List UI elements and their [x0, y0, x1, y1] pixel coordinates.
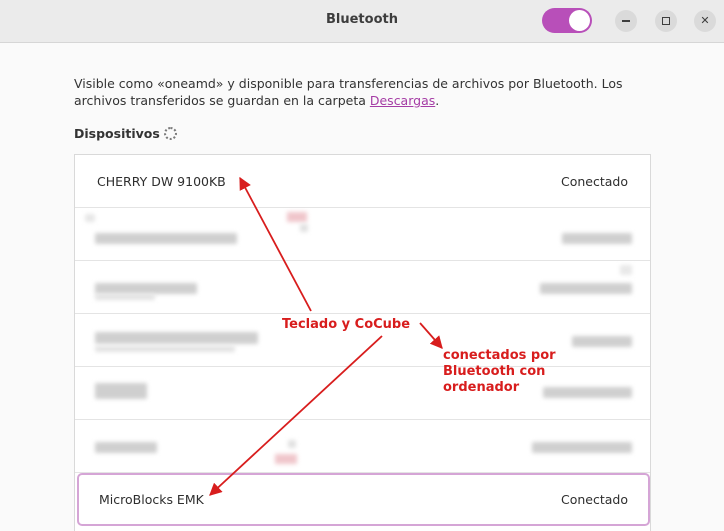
- annotation-line: conectados por: [443, 348, 556, 363]
- redacted-name: [95, 442, 157, 453]
- redacted-name: [95, 332, 258, 344]
- close-icon: ✕: [700, 14, 710, 27]
- downloads-link[interactable]: Descargas: [370, 93, 435, 108]
- redacted-name: [95, 383, 147, 399]
- redacted-mark: [620, 265, 632, 275]
- device-row-selected[interactable]: MicroBlocks EMK Conectado: [77, 473, 650, 526]
- redacted-mark: [300, 224, 308, 232]
- device-status: Conectado: [560, 492, 628, 507]
- redacted-name: [95, 233, 237, 244]
- minimize-icon: [622, 20, 630, 22]
- minimize-button[interactable]: [615, 10, 637, 32]
- redacted-name: [95, 283, 197, 294]
- devices-heading: Dispositivos: [74, 126, 160, 141]
- title-bar: Bluetooth ✕: [0, 0, 724, 43]
- redacted-mark: [288, 440, 296, 448]
- maximize-icon: [662, 17, 670, 25]
- device-list: CHERRY DW 9100KB Conectado MicroBlocks E…: [74, 154, 651, 531]
- annotation-note: conectados por Bluetooth con ordenador: [443, 348, 556, 396]
- redacted-mark: [275, 454, 297, 464]
- device-row-redacted[interactable]: [75, 208, 650, 261]
- device-status: Conectado: [560, 174, 628, 189]
- redacted-status: [572, 336, 632, 347]
- toggle-knob: [569, 10, 590, 31]
- close-button[interactable]: ✕: [694, 10, 716, 32]
- redacted-status: [540, 283, 632, 294]
- redacted-mark: [95, 294, 155, 300]
- redacted-status: [543, 387, 632, 398]
- device-name: CHERRY DW 9100KB: [97, 174, 226, 189]
- device-row-redacted[interactable]: [75, 367, 650, 420]
- redacted-status: [562, 233, 632, 244]
- device-row[interactable]: CHERRY DW 9100KB Conectado: [75, 155, 650, 208]
- annotation-label-keyboard: Teclado y CoCube: [282, 317, 411, 332]
- description-suffix: .: [435, 93, 440, 108]
- visibility-description: Visible como «oneamd» y disponible para …: [74, 75, 674, 109]
- annotation-line: Bluetooth con: [443, 364, 546, 379]
- maximize-button[interactable]: [655, 10, 677, 32]
- redacted-status: [532, 442, 632, 453]
- device-name: MicroBlocks EMK: [99, 492, 204, 507]
- device-row-redacted[interactable]: [75, 261, 650, 314]
- redacted-mark: [287, 212, 307, 222]
- device-row-redacted[interactable]: [75, 420, 650, 473]
- bluetooth-toggle[interactable]: [542, 8, 592, 33]
- redacted-mark: [95, 346, 235, 352]
- loading-spinner-icon: [164, 127, 177, 140]
- annotation-line: ordenador: [443, 380, 520, 395]
- redacted-mark: [85, 214, 95, 222]
- description-text: Visible como «oneamd» y disponible para …: [74, 76, 623, 108]
